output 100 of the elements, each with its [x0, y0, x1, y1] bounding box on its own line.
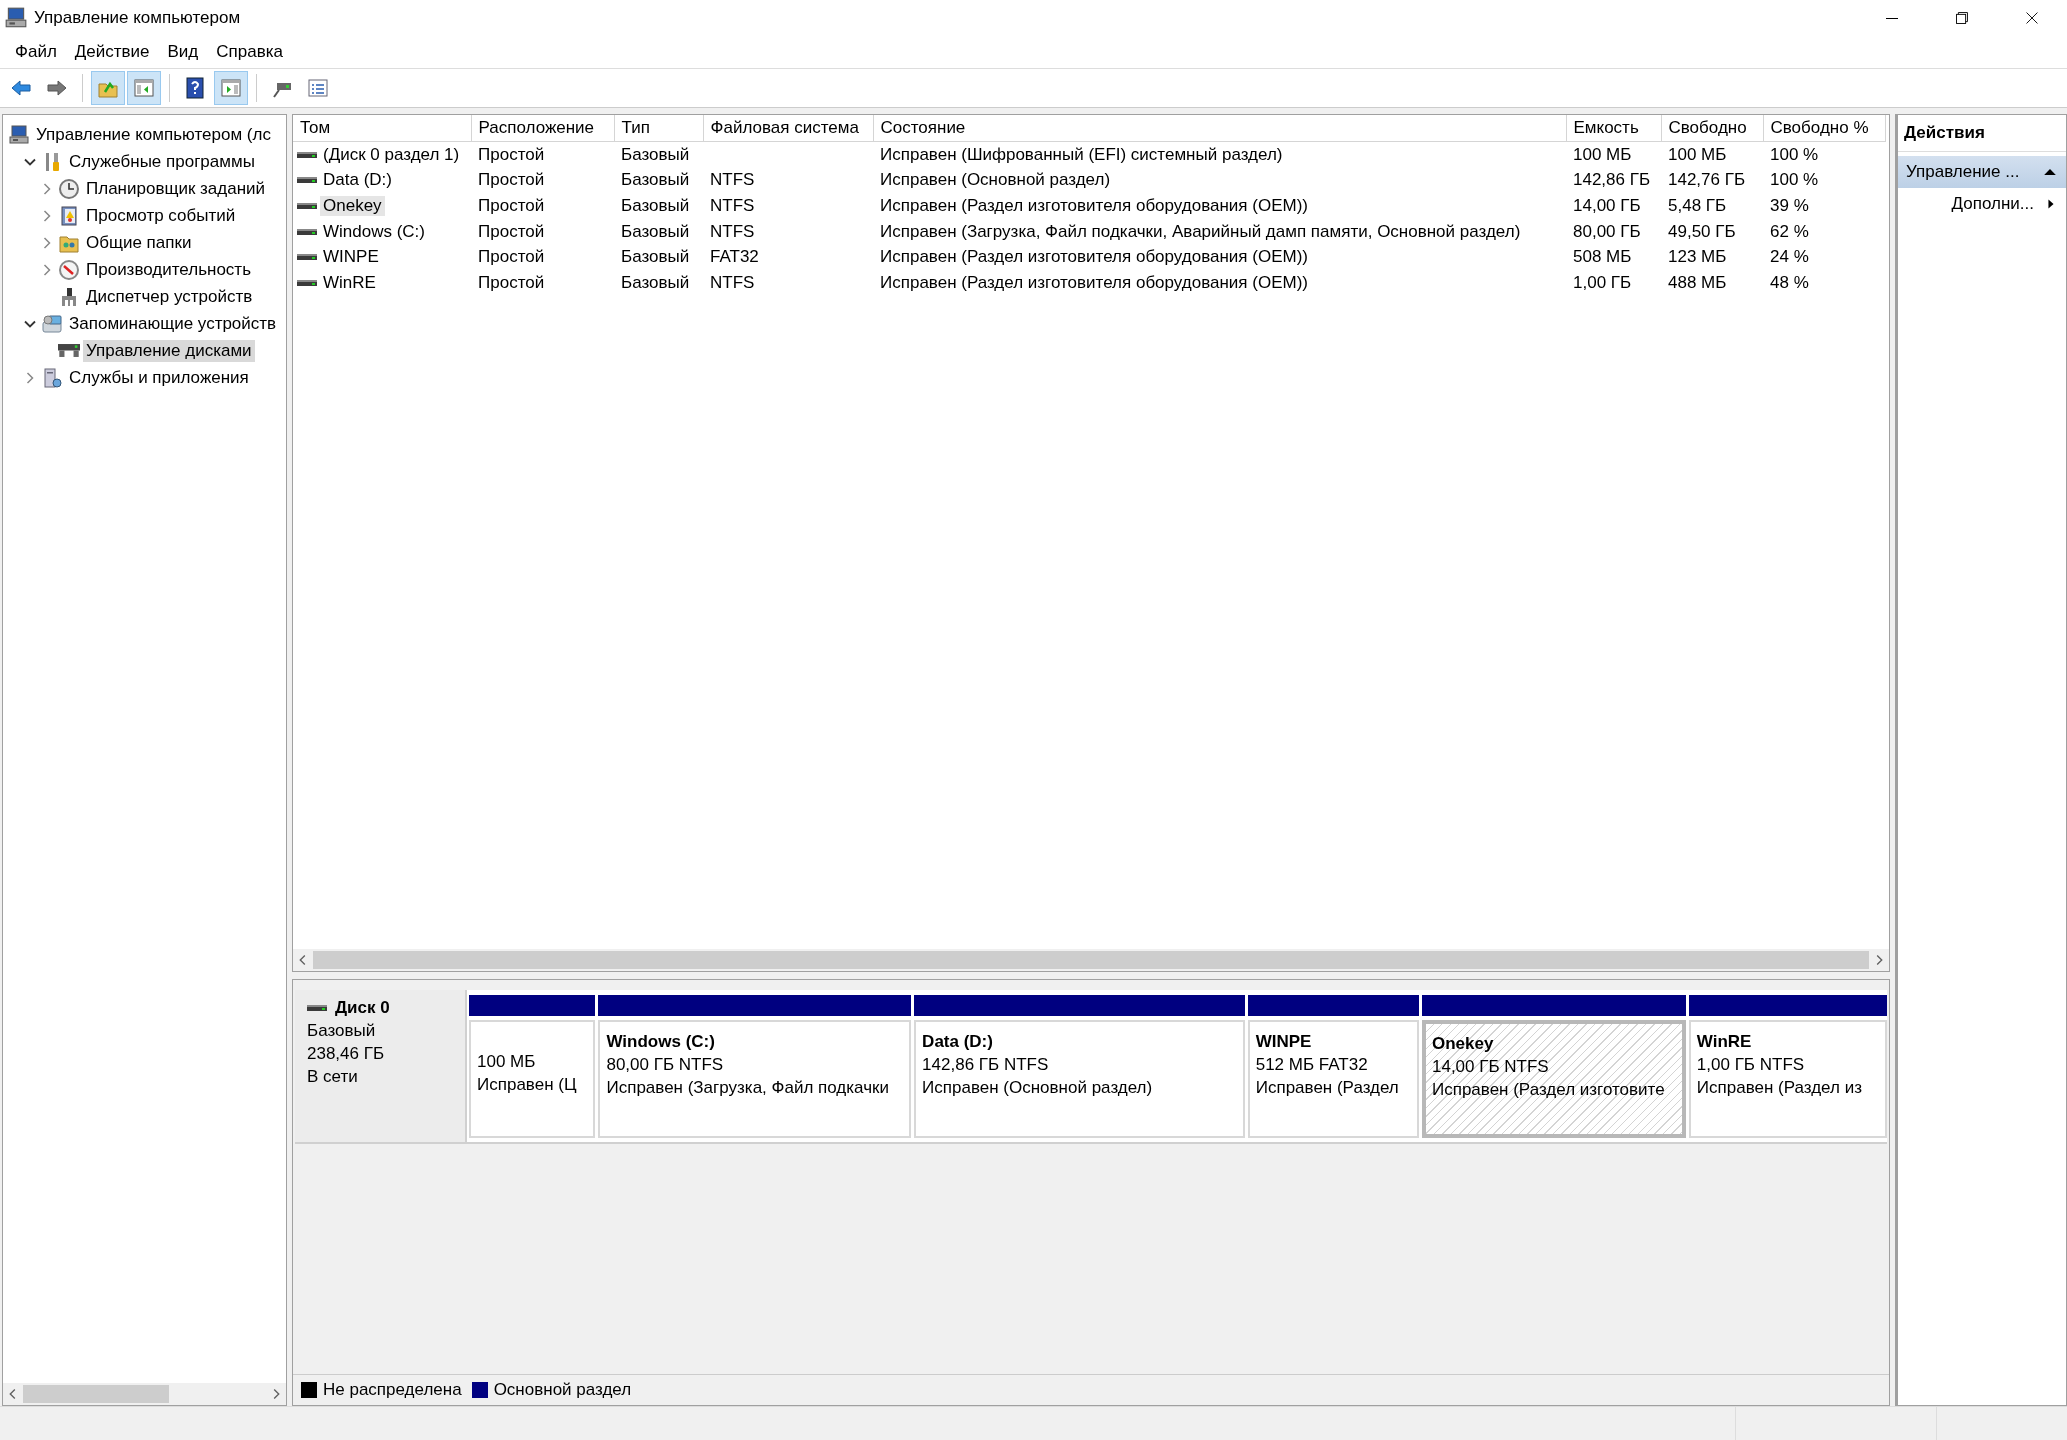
table-cell: Простой — [478, 196, 545, 215]
volume-name[interactable]: Windows (C:) — [320, 221, 428, 242]
partition-status: Исправен (Ц — [477, 1075, 578, 1095]
tree-item[interactable]: Общие папки — [83, 231, 195, 254]
partition-block[interactable]: WINPE 512 МБ FAT32 Исправен (Раздел — [1247, 1020, 1419, 1138]
partition-status: Исправен (Раздел изготовите — [1431, 1080, 1666, 1100]
column-header[interactable]: Емкость — [1566, 115, 1661, 142]
partition-status: Исправен (Раздел — [1255, 1078, 1400, 1098]
column-header[interactable]: Свободно — [1661, 115, 1763, 142]
tree-item[interactable]: Служебные программы — [66, 150, 258, 173]
column-header[interactable]: Тип — [614, 115, 703, 142]
table-cell: 142,86 ГБ — [1573, 170, 1651, 190]
table-cell: Базовый — [621, 272, 690, 292]
table-cell: 100 МБ — [1668, 144, 1727, 164]
collapse-chevron-icon[interactable] — [24, 157, 36, 166]
tree-item[interactable]: Управление дисками — [83, 339, 255, 362]
expand-chevron-icon[interactable] — [43, 209, 51, 222]
column-header[interactable]: Расположение — [471, 115, 614, 142]
column-header[interactable]: Файловая система — [703, 115, 873, 142]
expand-chevron-icon[interactable] — [43, 182, 51, 195]
action-group-header[interactable]: Управление ... — [1898, 156, 2066, 188]
partition-size: 14,00 ГБ NTFS — [1431, 1057, 1550, 1077]
help-icon — [184, 77, 206, 99]
partition-block[interactable]: 100 МБ Исправен (Ц — [469, 1020, 596, 1138]
action-item[interactable]: Дополни... — [1898, 188, 2066, 220]
table-cell: Базовый — [621, 221, 690, 241]
table-cell: Базовый — [621, 247, 690, 267]
menu-item[interactable]: Действие — [65, 42, 159, 62]
partition-name: Onekey — [1431, 1034, 1495, 1054]
app-icon — [4, 6, 28, 30]
disk-name: Диск 0 — [335, 998, 390, 1018]
collapse-chevron-icon[interactable] — [24, 319, 36, 328]
partition-name: WINPE — [1255, 1032, 1313, 1052]
table-cell: 123 МБ — [1668, 247, 1727, 267]
properties-icon — [307, 77, 329, 99]
partition-block[interactable]: Data (D:) 142,86 ГБ NTFS Исправен (Основной раздел) — [914, 1020, 1245, 1138]
partition-status: Исправен (Загрузка, Файл подкачки — [606, 1078, 890, 1098]
column-header[interactable]: Состояние — [873, 115, 1566, 142]
partition-name: Data (D:) — [922, 1032, 994, 1052]
disk-drive-icon — [297, 151, 317, 158]
table-cell: 24 % — [1770, 247, 1809, 267]
volume-name[interactable]: Data (D:) — [320, 170, 395, 191]
table-cell: 80,00 ГБ — [1573, 221, 1641, 241]
volume-name[interactable]: (Диск 0 раздел 1) — [320, 144, 463, 165]
log-book-icon — [58, 204, 80, 227]
expand-chevron-icon[interactable] — [26, 371, 34, 384]
minimize-icon — [1886, 17, 1898, 19]
table-cell: 39 % — [1770, 196, 1809, 215]
disk-size: 238,46 ГБ — [307, 1044, 386, 1064]
table-cell: 1,00 ГБ — [1573, 272, 1632, 292]
disk-drive-icon — [297, 228, 317, 235]
tree-item[interactable]: Производительность — [83, 258, 254, 281]
partition-size: 1,00 ГБ NTFS — [1696, 1055, 1806, 1075]
tree-item[interactable]: Планировщик заданий — [83, 177, 269, 200]
table-cell: Базовый — [621, 144, 690, 164]
table-cell: 48 % — [1770, 272, 1809, 292]
scrollbar-thumb[interactable] — [313, 951, 1869, 969]
menu-item[interactable]: Справка — [207, 42, 292, 62]
table-cell: 100 % — [1770, 170, 1819, 190]
table-cell: NTFS — [710, 221, 755, 241]
volume-name[interactable]: WINPE — [320, 247, 382, 268]
legend-label: Не распределена — [323, 1380, 462, 1400]
table-cell: 508 МБ — [1573, 247, 1632, 267]
table-cell: Базовый — [621, 196, 690, 215]
tree-item[interactable]: Диспетчер устройств — [83, 285, 256, 308]
table-cell: Простой — [478, 221, 545, 241]
back-arrow-icon — [10, 77, 32, 99]
table-cell: Исправен (Раздел изготовителя оборудования (OEM)) — [880, 272, 1308, 292]
partition-size: 100 МБ — [477, 1052, 537, 1072]
disk-type: Базовый — [307, 1021, 377, 1041]
expand-chevron-icon[interactable] — [43, 263, 51, 276]
table-cell: Исправен (Раздел изготовителя оборудования (OEM)) — [880, 247, 1308, 267]
tree-item[interactable]: Управление компьютером (лс — [33, 123, 274, 146]
computer-icon — [8, 123, 30, 146]
table-cell: 49,50 ГБ — [1668, 221, 1736, 241]
partition-name: Windows (C:) — [606, 1032, 716, 1052]
tree-item[interactable]: Службы и приложения — [66, 366, 252, 389]
partition-block[interactable]: Windows (C:) 80,00 ГБ NTFS Исправен (Загрузка, Файл подкачки — [598, 1020, 912, 1138]
table-cell: 62 % — [1770, 221, 1809, 241]
actions-heading: Действия — [1898, 115, 2066, 152]
table-cell: Простой — [478, 272, 545, 292]
volume-name[interactable]: Onekey — [320, 196, 385, 216]
column-header[interactable]: Том — [293, 115, 471, 142]
panel-left-button[interactable] — [127, 71, 161, 105]
partition-name: WinRE — [1696, 1032, 1753, 1052]
partition-block[interactable]: Onekey 14,00 ГБ NTFS Исправен (Раздел изготовите — [1421, 1020, 1686, 1138]
menu-item[interactable]: Файл — [6, 42, 66, 62]
tree-item[interactable]: Просмотр событий — [83, 204, 239, 227]
column-header[interactable]: Свободно % — [1763, 115, 1885, 142]
volume-name[interactable]: WinRE — [320, 272, 379, 293]
disk-drive-icon — [58, 344, 80, 357]
table-cell: Исправен (Раздел изготовителя оборудования (OEM)) — [880, 196, 1308, 215]
tree-item[interactable]: Запоминающие устройств — [66, 312, 280, 335]
partition-status: Исправен (Основной раздел) — [922, 1078, 1154, 1098]
folder-up-button[interactable] — [91, 71, 125, 105]
scrollbar-thumb[interactable] — [23, 1385, 169, 1403]
expand-chevron-icon[interactable] — [43, 236, 51, 249]
table-cell: Базовый — [621, 170, 690, 190]
partition-block[interactable]: WinRE 1,00 ГБ NTFS Исправен (Раздел из — [1688, 1020, 1887, 1138]
menu-item[interactable]: Вид — [158, 42, 208, 62]
